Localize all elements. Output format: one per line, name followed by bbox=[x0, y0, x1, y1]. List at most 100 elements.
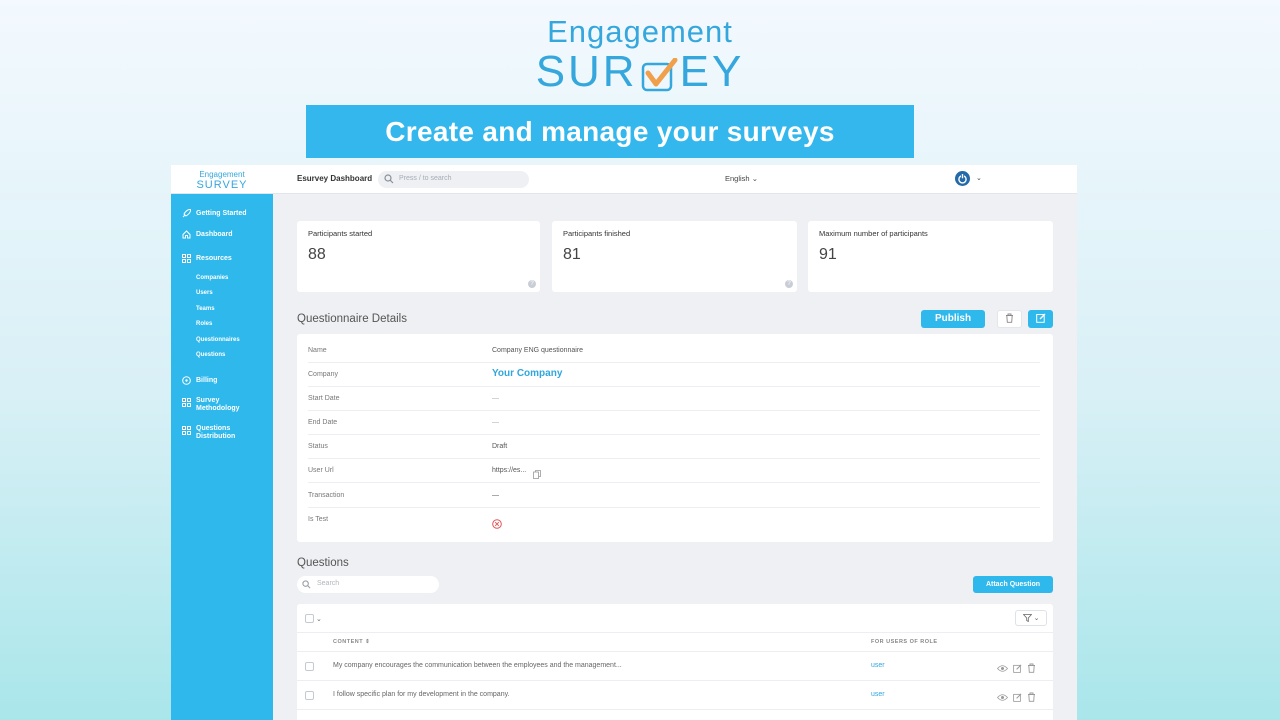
home-icon bbox=[181, 229, 191, 239]
account-chevron-down-icon[interactable]: ⌄ bbox=[976, 174, 982, 182]
detail-key: Company bbox=[308, 371, 338, 378]
sidebar-item-label: Questions Distribution bbox=[196, 425, 236, 440]
details-title: Questionnaire Details bbox=[297, 313, 407, 325]
table-row[interactable]: My company encourages the communication … bbox=[297, 651, 1053, 680]
company-link[interactable]: Your Company bbox=[492, 368, 562, 379]
sort-icon: ⇕ bbox=[365, 639, 371, 645]
rocket-icon bbox=[181, 208, 191, 218]
publish-button[interactable]: Publish bbox=[921, 310, 985, 328]
detail-row-company: Company Your Company bbox=[308, 363, 1040, 387]
top-search-input[interactable]: Press / to search bbox=[378, 171, 529, 188]
detail-value: — bbox=[492, 419, 499, 426]
table-header: CONTENT ⇕ FOR USERS OF ROLE bbox=[297, 632, 1053, 651]
stat-card-finished: Participants finished 81 ? bbox=[552, 221, 797, 292]
row-checkbox[interactable] bbox=[305, 662, 314, 671]
chevron-down-icon: ⌄ bbox=[316, 615, 322, 623]
hero-banner: Create and manage your surveys bbox=[306, 105, 914, 158]
detail-value: Company ENG questionnaire bbox=[492, 347, 584, 354]
edit-icon[interactable] bbox=[1013, 689, 1022, 707]
trash-icon[interactable] bbox=[1027, 660, 1036, 678]
search-icon bbox=[302, 580, 311, 591]
questions-search-input[interactable]: Search bbox=[297, 576, 439, 593]
app-logo[interactable]: Engagement SURVEY bbox=[171, 165, 273, 194]
search-icon bbox=[384, 174, 394, 186]
user-url-value[interactable]: https://es... bbox=[492, 467, 526, 474]
select-all-checkbox[interactable]: ⌄ bbox=[305, 614, 322, 623]
help-icon[interactable]: ? bbox=[528, 280, 536, 288]
sidebar-item-getting-started[interactable]: Getting Started bbox=[181, 208, 247, 218]
eye-icon[interactable] bbox=[996, 689, 1009, 707]
column-content[interactable]: CONTENT ⇕ bbox=[333, 639, 370, 645]
top-bar: Engagement SURVEY Esurvey Dashboard Pres… bbox=[171, 165, 1077, 194]
role-link[interactable]: user bbox=[871, 691, 885, 698]
stat-value: 81 bbox=[563, 246, 581, 263]
help-icon[interactable]: ? bbox=[785, 280, 793, 288]
stat-label: Participants started bbox=[308, 229, 373, 238]
grid-icon bbox=[181, 397, 191, 407]
detail-key: User Url bbox=[308, 467, 334, 474]
dashboard-title: Esurvey Dashboard bbox=[297, 174, 373, 183]
sidebar: Getting Started Dashboard Resources Comp… bbox=[171, 194, 273, 720]
detail-row-start-date: Start Date — bbox=[308, 387, 1040, 411]
edit-icon bbox=[1035, 310, 1046, 328]
edit-icon[interactable] bbox=[1013, 660, 1022, 678]
table-row[interactable] bbox=[297, 709, 1053, 720]
detail-key: Is Test bbox=[308, 516, 329, 523]
row-checkbox[interactable] bbox=[305, 691, 314, 700]
sidebar-item-survey-methodology[interactable]: Survey Methodology bbox=[181, 397, 251, 413]
copy-icon[interactable] bbox=[533, 466, 541, 484]
detail-row-transaction: Transaction — bbox=[308, 484, 1040, 508]
top-search-placeholder: Press / to search bbox=[399, 175, 452, 182]
trash-icon[interactable] bbox=[1027, 689, 1036, 707]
eye-icon[interactable] bbox=[996, 660, 1009, 678]
detail-row-end-date: End Date — bbox=[308, 411, 1040, 435]
status-value: Draft bbox=[492, 443, 508, 450]
row-actions bbox=[996, 660, 1036, 678]
question-content: I follow specific plan for my developmen… bbox=[333, 691, 510, 698]
sidebar-subitem-companies[interactable]: Companies bbox=[196, 275, 228, 281]
power-icon[interactable] bbox=[954, 170, 971, 192]
hero-logo-survey: SUR EY bbox=[536, 50, 745, 94]
sidebar-subitem-questionnaires[interactable]: Questionnaires bbox=[196, 337, 240, 343]
app-logo-line2: SURVEY bbox=[196, 179, 248, 191]
hero-logo-sur: SUR bbox=[535, 47, 638, 96]
delete-button[interactable] bbox=[997, 310, 1022, 328]
chevron-down-icon: ⌄ bbox=[1033, 615, 1040, 622]
detail-key: Start Date bbox=[308, 395, 340, 402]
table-row[interactable]: I follow specific plan for my developmen… bbox=[297, 680, 1053, 709]
sidebar-subitem-users[interactable]: Users bbox=[196, 290, 213, 296]
detail-value: — bbox=[492, 492, 499, 499]
detail-key: Transaction bbox=[308, 492, 345, 499]
sidebar-item-resources[interactable]: Resources bbox=[181, 253, 232, 263]
detail-value: — bbox=[492, 395, 499, 402]
stat-card-max: Maximum number of participants 91 bbox=[808, 221, 1053, 292]
attach-question-button[interactable]: Attach Question bbox=[973, 576, 1053, 593]
language-select[interactable]: English ⌄ bbox=[725, 174, 758, 183]
edit-button[interactable] bbox=[1028, 310, 1053, 328]
details-card: Name Company ENG questionnaire Company Y… bbox=[297, 334, 1053, 542]
filter-icon bbox=[1022, 609, 1032, 627]
detail-row-status: Status Draft bbox=[308, 435, 1040, 459]
sidebar-item-billing[interactable]: Billing bbox=[181, 375, 217, 385]
sidebar-item-dashboard[interactable]: Dashboard bbox=[181, 229, 233, 239]
billing-icon bbox=[181, 375, 191, 385]
questions-title: Questions bbox=[297, 557, 349, 569]
sidebar-subitem-roles[interactable]: Roles bbox=[196, 321, 212, 327]
detail-row-name: Name Company ENG questionnaire bbox=[308, 339, 1040, 363]
questions-search-placeholder: Search bbox=[317, 580, 340, 587]
sidebar-subitem-questions[interactable]: Questions bbox=[196, 352, 225, 358]
question-content: My company encourages the communication … bbox=[333, 662, 622, 669]
filter-button[interactable]: ⌄ bbox=[1015, 610, 1047, 626]
app-window: Engagement SURVEY Esurvey Dashboard Pres… bbox=[171, 165, 1077, 720]
hero-logo-engagement: Engagement bbox=[547, 14, 733, 49]
detail-key: Status bbox=[308, 443, 328, 450]
close-circle-icon bbox=[492, 516, 502, 534]
checkmark-icon bbox=[640, 56, 678, 92]
detail-row-user-url: User Url https://es... bbox=[308, 459, 1040, 483]
role-link[interactable]: user bbox=[871, 662, 885, 669]
column-content-label: CONTENT bbox=[333, 639, 364, 645]
sidebar-item-label: Resources bbox=[196, 254, 232, 262]
checkbox bbox=[305, 614, 314, 623]
sidebar-item-questions-distribution[interactable]: Questions Distribution bbox=[181, 425, 251, 441]
sidebar-subitem-teams[interactable]: Teams bbox=[196, 306, 215, 312]
